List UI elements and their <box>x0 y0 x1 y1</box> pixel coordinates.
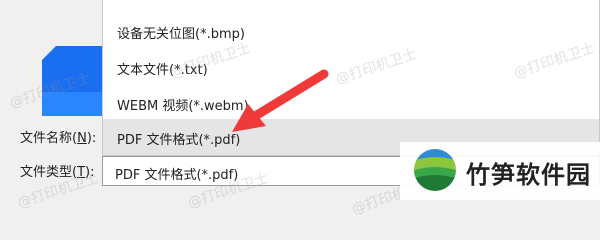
bamboo-logo-icon <box>414 149 456 191</box>
dropdown-option-txt[interactable]: 文本文件(*.txt) <box>103 49 599 85</box>
dropdown-option-webm[interactable]: WEBM 视频(*.webm) <box>103 85 599 121</box>
file-icon <box>42 46 104 116</box>
filename-label: 文件名称(N): <box>20 131 97 146</box>
filetype-label: 文件类型(T): <box>20 165 95 180</box>
site-logo-text: 竹笋软件园 <box>466 161 591 189</box>
filetype-dropdown-list: 设备无关位图(*.bmp) 文本文件(*.txt) WEBM 视频(*.webm… <box>102 0 600 156</box>
filetype-selected-value: PDF 文件格式(*.pdf) <box>115 168 239 183</box>
annotation-arrow-icon <box>232 69 329 132</box>
dropdown-option-bmp[interactable]: 设备无关位图(*.bmp) <box>103 13 599 49</box>
site-logo: 竹笋软件园 <box>400 142 600 200</box>
